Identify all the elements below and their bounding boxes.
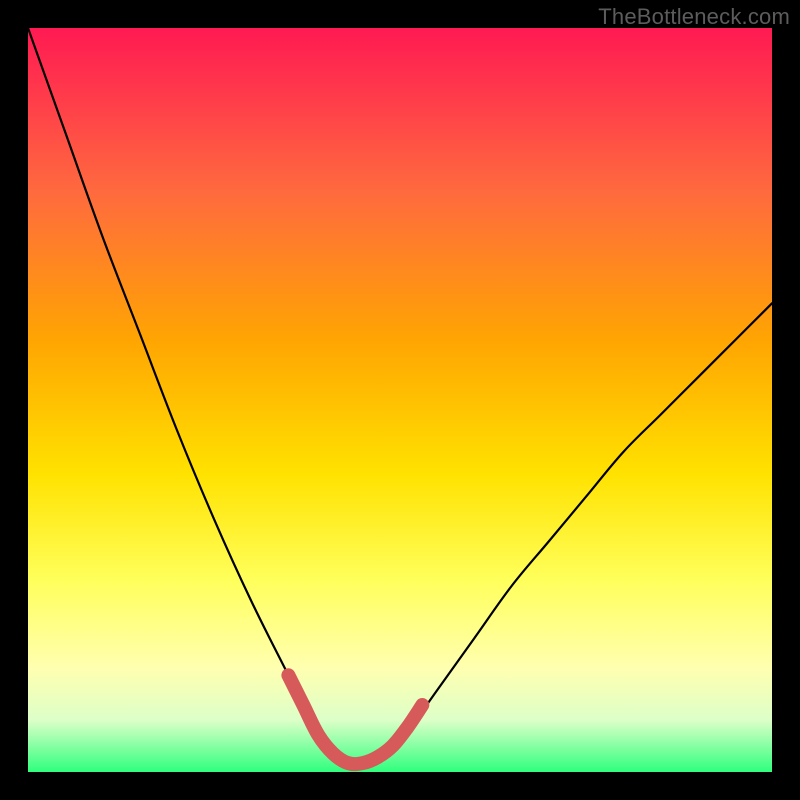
bottleneck-curve [28,28,772,766]
plot-area [28,28,772,772]
optimal-range-highlight [288,675,422,764]
chart-svg [28,28,772,772]
watermark-text: TheBottleneck.com [598,4,790,30]
chart-frame: TheBottleneck.com [0,0,800,800]
